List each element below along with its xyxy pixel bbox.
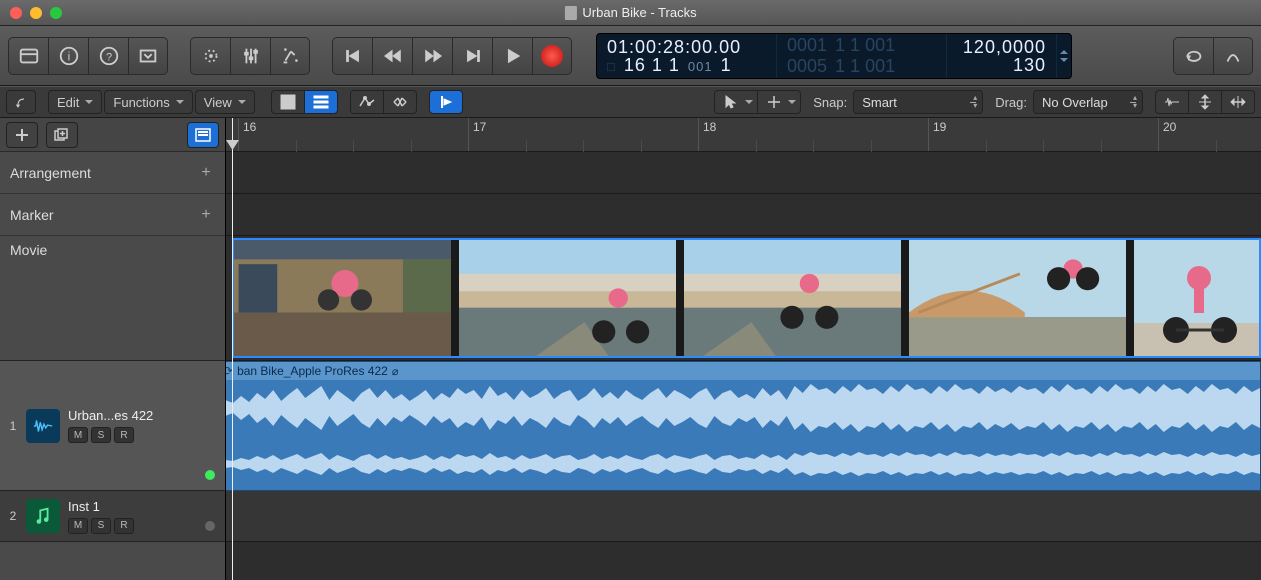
- pencil-tool[interactable]: [757, 90, 801, 114]
- snap-label: Snap:: [803, 95, 851, 110]
- add-track-button[interactable]: [6, 122, 38, 148]
- audio-region[interactable]: ⟳ban Bike_Apple ProRes 422⌀: [226, 361, 1261, 491]
- marker-row[interactable]: Marker +: [0, 194, 225, 236]
- instrument-track-icon: [26, 499, 60, 533]
- list-view-button[interactable]: [304, 90, 338, 114]
- global-tracks-button[interactable]: [187, 122, 219, 148]
- region-name: ban Bike_Apple ProRes 422: [237, 364, 388, 378]
- mixer-button[interactable]: [230, 37, 270, 75]
- window-title: Urban Bike - Tracks: [582, 5, 696, 20]
- lcd-signature[interactable]: 130: [957, 56, 1046, 74]
- automation-button[interactable]: [350, 90, 383, 114]
- view-menu[interactable]: View: [195, 90, 255, 114]
- ruler[interactable]: 16 17 18 19 20: [226, 118, 1261, 152]
- add-marker-button[interactable]: +: [197, 206, 215, 224]
- help-button[interactable]: ?: [88, 37, 128, 75]
- movie-row-header[interactable]: Movie: [0, 236, 225, 361]
- lcd-position[interactable]: 16 1 1: [624, 56, 680, 74]
- rewind-button[interactable]: [372, 37, 412, 75]
- lcd-timecode[interactable]: 01:00:28:00.00: [607, 38, 766, 56]
- movie-lane[interactable]: [226, 236, 1261, 361]
- add-arrangement-button[interactable]: +: [197, 164, 215, 182]
- audio-lane[interactable]: ⟳ban Bike_Apple ProRes 422⌀: [226, 361, 1261, 491]
- track-name[interactable]: Urban...es 422: [68, 408, 153, 423]
- toolbar-toggle-button[interactable]: [128, 37, 168, 75]
- lcd-tempo[interactable]: 120,0000: [957, 38, 1046, 56]
- mute-button[interactable]: M: [68, 427, 88, 443]
- solo-button[interactable]: S: [91, 427, 111, 443]
- forward-button[interactable]: [412, 37, 452, 75]
- document-icon: [564, 6, 576, 20]
- arrangement-row[interactable]: Arrangement +: [0, 152, 225, 194]
- smart-controls-button[interactable]: [190, 37, 230, 75]
- svg-text:?: ?: [105, 51, 111, 63]
- movie-clip[interactable]: [232, 238, 1261, 358]
- flex-button[interactable]: [383, 90, 417, 114]
- track-header-2[interactable]: 2 Inst 1 M S R: [0, 491, 225, 542]
- track-status-dot: [205, 521, 215, 531]
- go-to-end-button[interactable]: [452, 37, 492, 75]
- inspector-button[interactable]: i: [48, 37, 88, 75]
- catch-playhead-button[interactable]: [429, 90, 463, 114]
- go-to-beginning-button[interactable]: [332, 37, 372, 75]
- record-button[interactable]: [532, 37, 572, 75]
- track-headers: Arrangement + Marker + Movie 1 Urban...e…: [0, 118, 226, 580]
- close-window-button[interactable]: [10, 7, 22, 19]
- link-icon: ⌀: [392, 365, 399, 378]
- record-enable-button[interactable]: R: [114, 518, 134, 534]
- drag-label: Drag:: [985, 95, 1031, 110]
- svg-text:i: i: [67, 49, 70, 63]
- snap-select[interactable]: Smart▴▾: [853, 90, 983, 114]
- editors-button[interactable]: [270, 37, 310, 75]
- tracks-toolbar: Edit Functions View Snap: Smart▴▾ Drag: …: [0, 86, 1261, 118]
- marker-lane[interactable]: [226, 194, 1261, 236]
- waveform-zoom-button[interactable]: [1155, 90, 1188, 114]
- grid-view-button[interactable]: [271, 90, 304, 114]
- record-enable-button[interactable]: R: [114, 427, 134, 443]
- library-button[interactable]: [8, 37, 48, 75]
- track-name[interactable]: Inst 1: [68, 499, 134, 514]
- main-toolbar: i ? 01:00:28:00.00 □16 1 10011 00011 1 0…: [0, 26, 1261, 86]
- minimize-window-button[interactable]: [30, 7, 42, 19]
- instrument-lane[interactable]: [226, 491, 1261, 542]
- arrangement-lane[interactable]: [226, 152, 1261, 194]
- lcd-display[interactable]: 01:00:28:00.00 □16 1 10011 00011 1 001 0…: [596, 33, 1072, 79]
- back-button[interactable]: [6, 90, 36, 114]
- play-button[interactable]: [492, 37, 532, 75]
- zoom-window-button[interactable]: [50, 7, 62, 19]
- titlebar: Urban Bike - Tracks: [0, 0, 1261, 26]
- cycle-button[interactable]: [1173, 37, 1213, 75]
- playhead[interactable]: [232, 118, 233, 580]
- lcd-dropdown[interactable]: [1057, 34, 1071, 78]
- tuner-button[interactable]: [1213, 37, 1253, 75]
- timeline[interactable]: 16 17 18 19 20 ⟳ban Bike_App: [226, 118, 1261, 580]
- functions-menu[interactable]: Functions: [104, 90, 192, 114]
- vertical-zoom-button[interactable]: [1188, 90, 1221, 114]
- duplicate-track-button[interactable]: [46, 122, 78, 148]
- edit-menu[interactable]: Edit: [48, 90, 102, 114]
- pointer-tool[interactable]: [714, 90, 757, 114]
- track-header-1[interactable]: 1 Urban...es 422 M S R: [0, 361, 225, 491]
- audio-track-icon: [26, 409, 60, 443]
- drag-select[interactable]: No Overlap▴▾: [1033, 90, 1143, 114]
- track-status-dot: [205, 470, 215, 480]
- solo-button[interactable]: S: [91, 518, 111, 534]
- mute-button[interactable]: M: [68, 518, 88, 534]
- horizontal-zoom-button[interactable]: [1221, 90, 1255, 114]
